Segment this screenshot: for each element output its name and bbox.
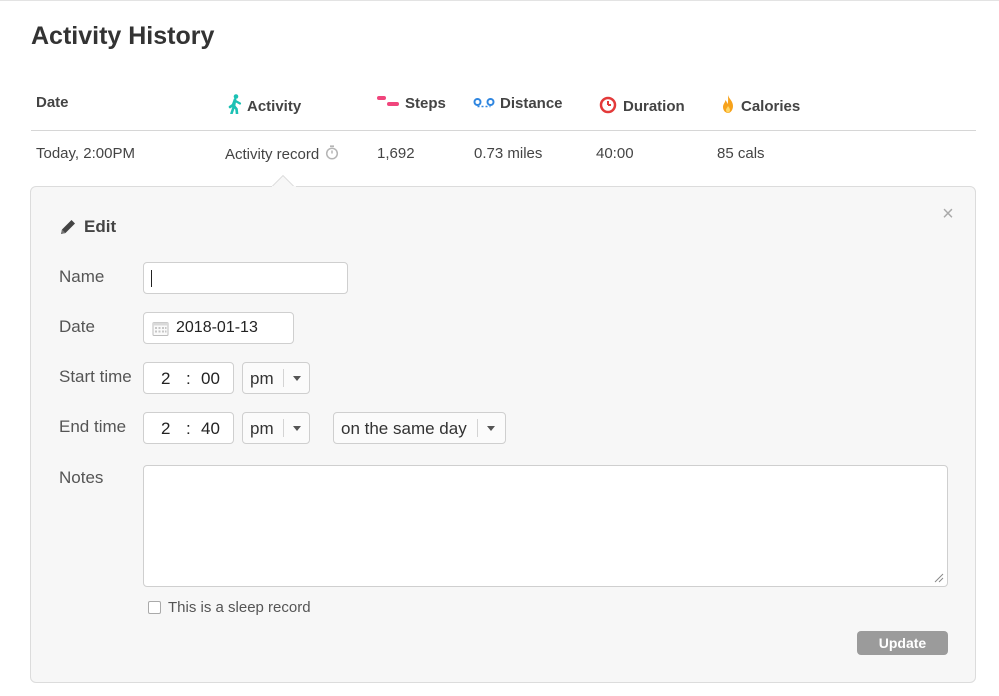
chevron-down-icon: [293, 376, 301, 381]
name-input[interactable]: [143, 262, 348, 294]
end-time-separator: :: [186, 419, 191, 438]
date-input-value: 2018-01-13: [176, 319, 258, 336]
date-input[interactable]: 2018-01-13: [143, 312, 294, 344]
end-day-select[interactable]: on the same day: [333, 412, 506, 444]
date-label: Date: [59, 317, 95, 336]
chevron-down-icon: [487, 426, 495, 431]
edit-heading-label: Edit: [84, 217, 117, 236]
page-title: Activity History: [31, 22, 215, 50]
column-header-date[interactable]: Date: [36, 94, 69, 111]
sleep-record-option[interactable]: This is a sleep record: [148, 599, 311, 616]
name-label: Name: [59, 267, 105, 286]
calendar-icon: [152, 321, 169, 336]
start-time-label: Start time: [59, 367, 132, 386]
text-caret: [151, 270, 152, 287]
row-duration: 40:00: [596, 145, 634, 162]
resize-grip-icon[interactable]: [934, 573, 944, 583]
distance-icon: [473, 94, 495, 112]
end-day-value: on the same day: [341, 419, 467, 438]
start-time-input[interactable]: 2 : 00: [143, 362, 234, 394]
end-time-label: End time: [59, 417, 127, 436]
row-calories: 85 cals: [717, 145, 765, 162]
row-steps: 1,692: [377, 145, 415, 162]
walking-person-icon: [228, 94, 242, 118]
footsteps-icon: [376, 94, 400, 112]
close-button[interactable]: ×: [939, 204, 957, 224]
column-header-calories[interactable]: Calories: [720, 94, 800, 118]
select-divider: [283, 369, 284, 387]
column-header-distance[interactable]: Distance: [473, 94, 563, 112]
timer-icon: [325, 145, 339, 164]
end-ampm-value: pm: [250, 419, 274, 438]
column-header-steps[interactable]: Steps: [376, 94, 446, 112]
column-header-calories-label: Calories: [741, 97, 801, 115]
row-distance: 0.73 miles: [474, 145, 543, 162]
end-time-input[interactable]: 2 : 40: [143, 412, 234, 444]
start-ampm-value: pm: [250, 369, 274, 388]
column-header-steps-label: Steps: [405, 94, 446, 112]
end-ampm-select[interactable]: pm: [242, 412, 310, 444]
stopwatch-icon: [598, 94, 618, 118]
start-hour[interactable]: 2: [161, 369, 170, 389]
row-date: Today, 2:00PM: [36, 145, 135, 162]
column-header-activity-label: Activity: [247, 97, 302, 115]
column-header-duration[interactable]: Duration: [598, 94, 685, 118]
flame-icon: [720, 94, 736, 118]
end-hour[interactable]: 2: [161, 419, 170, 439]
row-activity-label: Activity record: [225, 146, 320, 163]
start-ampm-select[interactable]: pm: [242, 362, 310, 394]
update-button[interactable]: Update: [857, 631, 948, 655]
table-row[interactable]: Today, 2:00PM Activity record 1,692 0.73…: [31, 131, 976, 175]
pencil-icon: [61, 220, 75, 234]
column-header-date-label: Date: [36, 94, 69, 111]
edit-panel: × Edit Name Date 2018-01-13 Start time 2…: [30, 186, 976, 683]
panel-pointer-cover: [272, 186, 296, 188]
sleep-record-checkbox[interactable]: [148, 601, 161, 614]
select-divider: [283, 419, 284, 437]
start-minute[interactable]: 00: [201, 369, 220, 389]
sleep-record-label: This is a sleep record: [168, 599, 311, 616]
column-header-activity[interactable]: Activity: [228, 94, 301, 118]
edit-heading: Edit: [59, 217, 116, 237]
column-header-duration-label: Duration: [623, 97, 685, 115]
notes-textarea[interactable]: [143, 465, 948, 587]
chevron-down-icon: [293, 426, 301, 431]
table-header: Date Activity Steps Distance Duration Ca…: [31, 90, 976, 131]
row-activity: Activity record: [225, 145, 339, 164]
column-header-distance-label: Distance: [500, 94, 563, 112]
start-time-separator: :: [186, 369, 191, 388]
end-minute[interactable]: 40: [201, 419, 220, 439]
notes-label: Notes: [59, 468, 104, 487]
select-divider: [477, 419, 478, 437]
